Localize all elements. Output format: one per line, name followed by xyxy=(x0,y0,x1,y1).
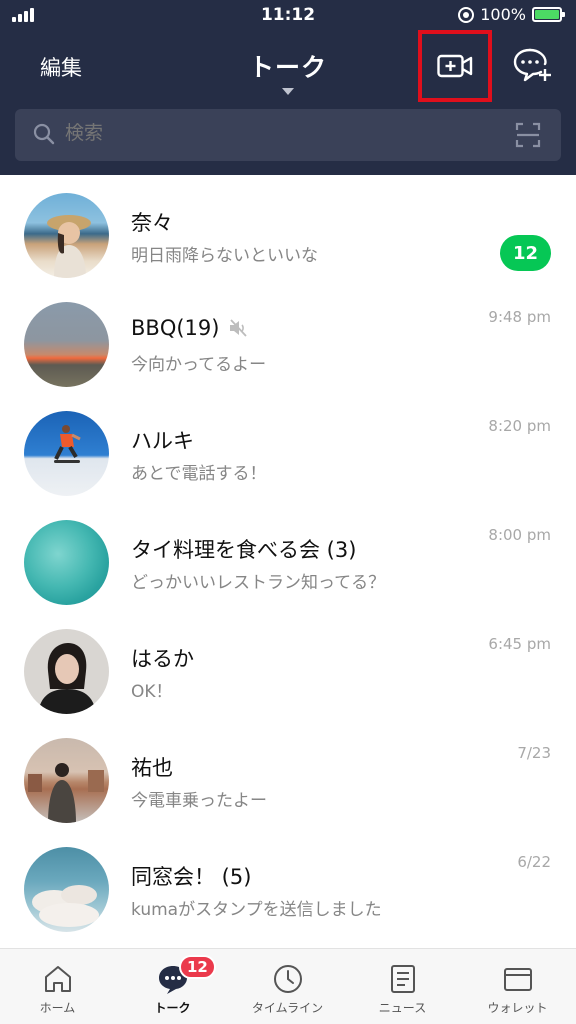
top-bar: 11:12 100% 編集 トーク xyxy=(0,0,576,175)
chat-name: はるか xyxy=(131,647,194,671)
chat-row[interactable]: 同窓会！ (5) kumaがスタンプを送信しました 6/22 xyxy=(0,829,576,938)
search-input[interactable] xyxy=(65,122,485,144)
chat-preview: 明日雨降らないといいな xyxy=(131,246,318,266)
avatar xyxy=(24,629,109,714)
chat-preview: 今電車乗ったよー xyxy=(131,791,267,811)
chat-preview: あとで電話する！ xyxy=(131,464,267,484)
chat-row[interactable]: ハルキ あとで電話する！ 8:20 pm xyxy=(0,393,576,502)
chat-time: 7/23 xyxy=(517,744,551,762)
clock-icon xyxy=(274,965,302,993)
unread-badge: 12 xyxy=(500,235,551,271)
tab-badge: 12 xyxy=(179,955,216,979)
news-icon xyxy=(391,965,415,993)
avatar xyxy=(24,302,109,387)
chat-row[interactable]: はるか OK！ 6:45 pm xyxy=(0,611,576,720)
chat-row[interactable]: 奈々 明日雨降らないといいな 12 xyxy=(0,175,576,284)
avatar xyxy=(24,193,109,278)
tab-label: トーク xyxy=(154,1001,191,1015)
tab-label: ウォレット xyxy=(487,1001,548,1015)
avatar xyxy=(24,738,109,823)
chat-preview: 今向かってるよー xyxy=(131,355,267,375)
chat-name: 奈々 xyxy=(131,211,173,235)
chat-time: 6/22 xyxy=(517,853,551,871)
chat-preview: kumaがスタンプを送信しました xyxy=(131,900,382,920)
tab-label: ニュース xyxy=(378,1001,427,1015)
chat-name: 同窓会！ (5) xyxy=(131,865,252,889)
tab-home[interactable]: ホーム xyxy=(0,949,115,1024)
tab-bar: ホーム 12 トーク タイムライン ニュース ウォレット xyxy=(0,948,576,1024)
chat-name: タイ料理を食べる会 (3) xyxy=(131,538,357,562)
mute-icon xyxy=(230,319,248,337)
tab-label: タイムライン xyxy=(251,1001,324,1015)
wallet-icon xyxy=(504,968,532,991)
new-chat-icon[interactable] xyxy=(512,46,552,84)
tab-label: ホーム xyxy=(39,1001,76,1015)
chat-preview: OK！ xyxy=(131,682,173,702)
chat-name: 祐也 xyxy=(131,756,173,780)
chat-name: BBQ(19) xyxy=(131,316,249,340)
status-bar: 11:12 100% xyxy=(0,0,576,32)
tab-news[interactable]: ニュース xyxy=(345,949,460,1024)
avatar xyxy=(24,520,109,605)
rotation-lock-icon xyxy=(458,6,475,23)
tab-timeline[interactable]: タイムライン xyxy=(230,949,345,1024)
chat-time: 8:20 pm xyxy=(488,417,551,435)
qr-scan-icon[interactable] xyxy=(515,122,541,148)
chat-list: 奈々 明日雨降らないといいな 12 BBQ(19) 今向かってるよー 9:48 … xyxy=(0,175,576,938)
chat-row[interactable]: BBQ(19) 今向かってるよー 9:48 pm xyxy=(0,284,576,393)
video-camera-plus-icon xyxy=(437,54,473,78)
battery-icon xyxy=(532,7,565,22)
tab-wallet[interactable]: ウォレット xyxy=(460,949,575,1024)
chat-name: ハルキ xyxy=(131,429,194,453)
chat-row[interactable]: タイ料理を食べる会 (3) どっかいいレストラン知ってる？ 8:00 pm xyxy=(0,502,576,611)
avatar xyxy=(24,411,109,496)
tab-talk[interactable]: 12 トーク xyxy=(115,949,230,1024)
chat-row[interactable]: 祐也 今電車乗ったよー 7/23 xyxy=(0,720,576,829)
chat-time: 6:45 pm xyxy=(488,635,551,653)
search-icon xyxy=(33,123,55,145)
home-icon xyxy=(45,966,71,992)
chat-preview: どっかいいレストラン知ってる？ xyxy=(131,573,386,593)
chat-time: 8:00 pm xyxy=(488,526,551,544)
chevron-down-icon xyxy=(282,88,294,95)
chat-time: 9:48 pm xyxy=(488,308,551,326)
search-bar[interactable] xyxy=(15,109,561,161)
status-right: 100% xyxy=(458,5,565,24)
battery-percent: 100% xyxy=(480,5,526,24)
avatar xyxy=(24,847,109,932)
video-call-button[interactable] xyxy=(418,30,492,102)
